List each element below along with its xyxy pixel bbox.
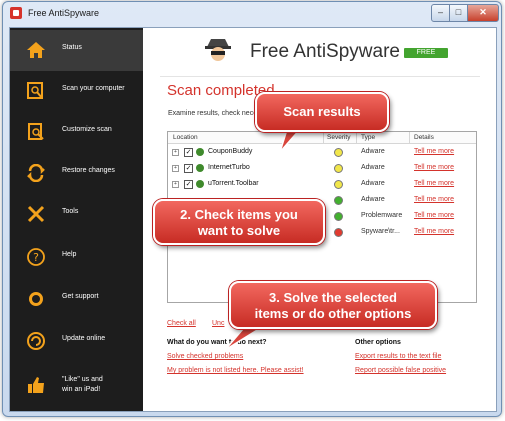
callout-text-line2: want to solve [197,223,281,238]
callout-solve-items: 3. Solve the selected items or do other … [229,281,437,329]
callout-text-line2: items or do other options [254,306,412,321]
callout-scan-results: Scan results [255,92,389,132]
callout-text-line1: 3. Solve the selected [269,290,397,305]
callout-text-line1: 2. Check items you [180,207,298,222]
callout-text: Scan results [283,104,361,119]
callout-check-items: 2. Check items you want to solve [153,199,325,245]
app-window: Free AntiSpyware – □ ✕ Status Scan your … [2,1,502,417]
